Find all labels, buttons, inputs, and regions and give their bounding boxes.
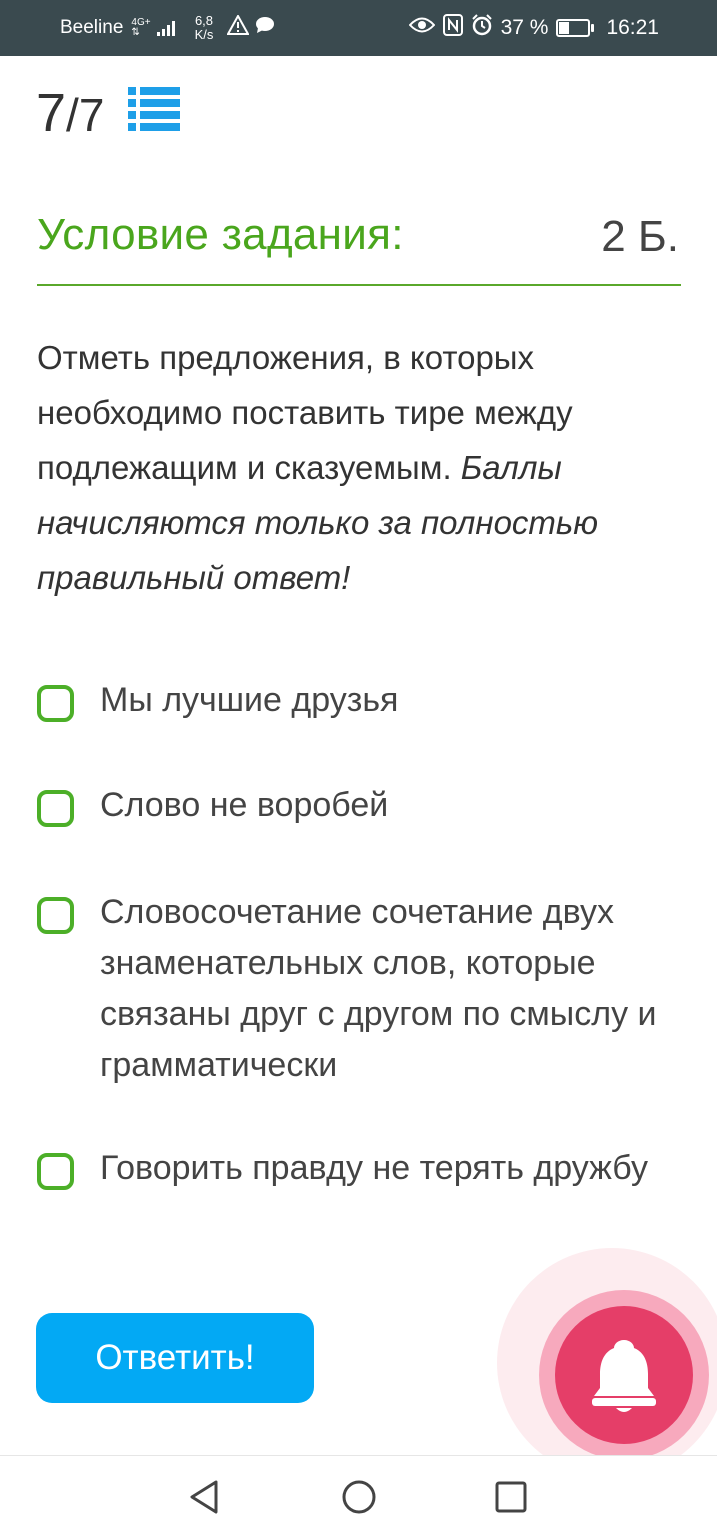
question-text: Отметь предложения, в которых необходимо… [37, 330, 667, 605]
answer-option-3[interactable]: Словосочетание сочетание двух знаменател… [37, 892, 677, 1091]
answer-option-1[interactable]: Мы лучшие друзья [37, 680, 677, 726]
battery-icon [556, 19, 595, 37]
answer-option-2[interactable]: Слово не воробей [37, 785, 677, 831]
alarm-icon [471, 14, 493, 42]
question-current: 7 [36, 83, 67, 143]
option-label: Говорить правду не терять дружбу [100, 1149, 648, 1187]
title-divider [37, 284, 681, 286]
bell-icon [592, 1340, 656, 1412]
answer-option-4[interactable]: Говорить правду не терять дружбу [37, 1148, 677, 1194]
signal-icon [156, 20, 175, 36]
question-total: /7 [66, 89, 105, 141]
network-speed: 6,8 K/s [194, 13, 214, 42]
option-label: Словосочетание сочетание двух знаменател… [100, 893, 657, 1084]
message-icon [255, 16, 275, 40]
option-label: Мы лучшие друзья [100, 681, 399, 719]
clock: 16:21 [606, 16, 659, 39]
status-bar: Beeline 4G+ ⇅ 6,8 K/s 37 % 16:21 [0, 0, 717, 56]
option-label: Слово не воробей [100, 786, 389, 824]
question-counter: 7 /7 [36, 82, 104, 144]
answer-button[interactable]: Ответить! [36, 1313, 314, 1403]
battery-percent: 37 % [500, 16, 549, 39]
status-left: Beeline 4G+ ⇅ 6,8 K/s [60, 0, 275, 56]
task-points: 2 Б. [601, 212, 679, 261]
home-icon[interactable] [336, 1474, 382, 1520]
notification-button[interactable] [555, 1306, 693, 1444]
carrier-name: Beeline [60, 17, 124, 38]
battery-level [559, 22, 570, 34]
nfc-icon [442, 14, 463, 42]
task-title: Условие задания: [37, 210, 404, 259]
status-right: 37 % 16:21 [408, 0, 659, 56]
checkbox[interactable] [37, 1153, 74, 1190]
checkbox[interactable] [37, 790, 74, 827]
eye-icon [408, 16, 435, 40]
recents-icon[interactable] [488, 1474, 534, 1520]
network-indicator: 4G+ ⇅ [131, 17, 151, 38]
checkbox[interactable] [37, 685, 74, 722]
list-icon[interactable] [128, 86, 180, 132]
warning-icon [226, 13, 251, 41]
back-icon[interactable] [182, 1474, 228, 1520]
navigation-bar [0, 1455, 717, 1537]
checkbox[interactable] [37, 897, 74, 934]
